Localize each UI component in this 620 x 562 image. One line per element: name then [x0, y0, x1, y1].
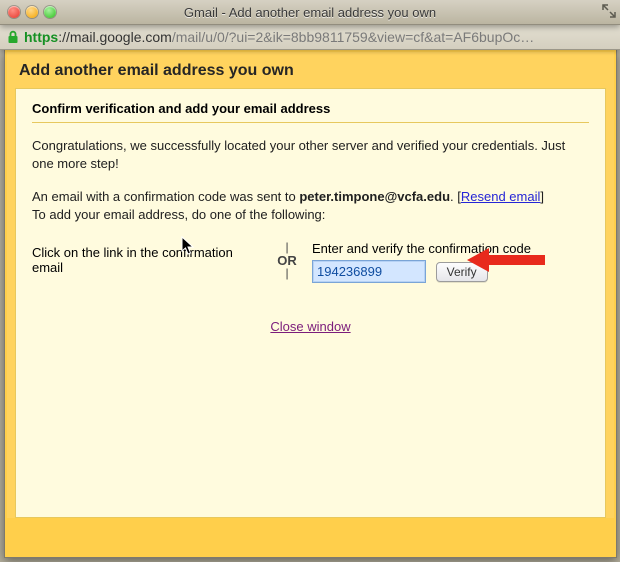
- content-panel: Confirm verification and add your email …: [15, 88, 606, 518]
- window-zoom-button[interactable]: [44, 6, 56, 18]
- sent-suffix: .: [450, 189, 454, 204]
- address-bar[interactable]: https ://mail.google.com /mail/u/0/?ui=2…: [0, 25, 620, 50]
- bracket-close: ]: [540, 189, 544, 204]
- congrats-text: Congratulations, we successfully located…: [32, 137, 589, 172]
- sent-email: peter.timpone@vcfa.edu: [299, 189, 450, 204]
- page-heading: Add another email address you own: [7, 52, 614, 88]
- url-scheme: https: [24, 29, 58, 45]
- option-left-text: Click on the link in the confirmation em…: [32, 241, 270, 275]
- url-rest: /mail/u/0/?ui=2&ik=8bb9811759&view=cf&at…: [172, 29, 534, 45]
- window-close-button[interactable]: [8, 6, 20, 18]
- window-title: Gmail - Add another email address you ow…: [0, 5, 620, 20]
- window-minimize-button[interactable]: [26, 6, 38, 18]
- url-host: ://mail.google.com: [58, 29, 172, 45]
- instruction-text: To add your email address, do one of the…: [32, 207, 325, 222]
- lock-icon: [6, 30, 20, 45]
- or-divider: | OR |: [270, 241, 304, 280]
- confirmation-code-input[interactable]: [312, 260, 426, 283]
- sub-heading: Confirm verification and add your email …: [32, 101, 589, 123]
- sent-info-block: An email with a confirmation code was se…: [32, 188, 589, 223]
- option-right-label: Enter and verify the confirmation code: [312, 241, 589, 256]
- gmail-popup-shell: Add another email address you own Confir…: [4, 49, 617, 558]
- close-window-link[interactable]: Close window: [270, 319, 350, 334]
- choice-row: Click on the link in the confirmation em…: [32, 241, 589, 283]
- sent-prefix: An email with a confirmation code was se…: [32, 189, 299, 204]
- resend-email-link[interactable]: Resend email: [461, 189, 541, 204]
- window-expand-icon[interactable]: [602, 4, 616, 18]
- window-titlebar: Gmail - Add another email address you ow…: [0, 0, 620, 25]
- verify-button[interactable]: Verify: [436, 262, 488, 282]
